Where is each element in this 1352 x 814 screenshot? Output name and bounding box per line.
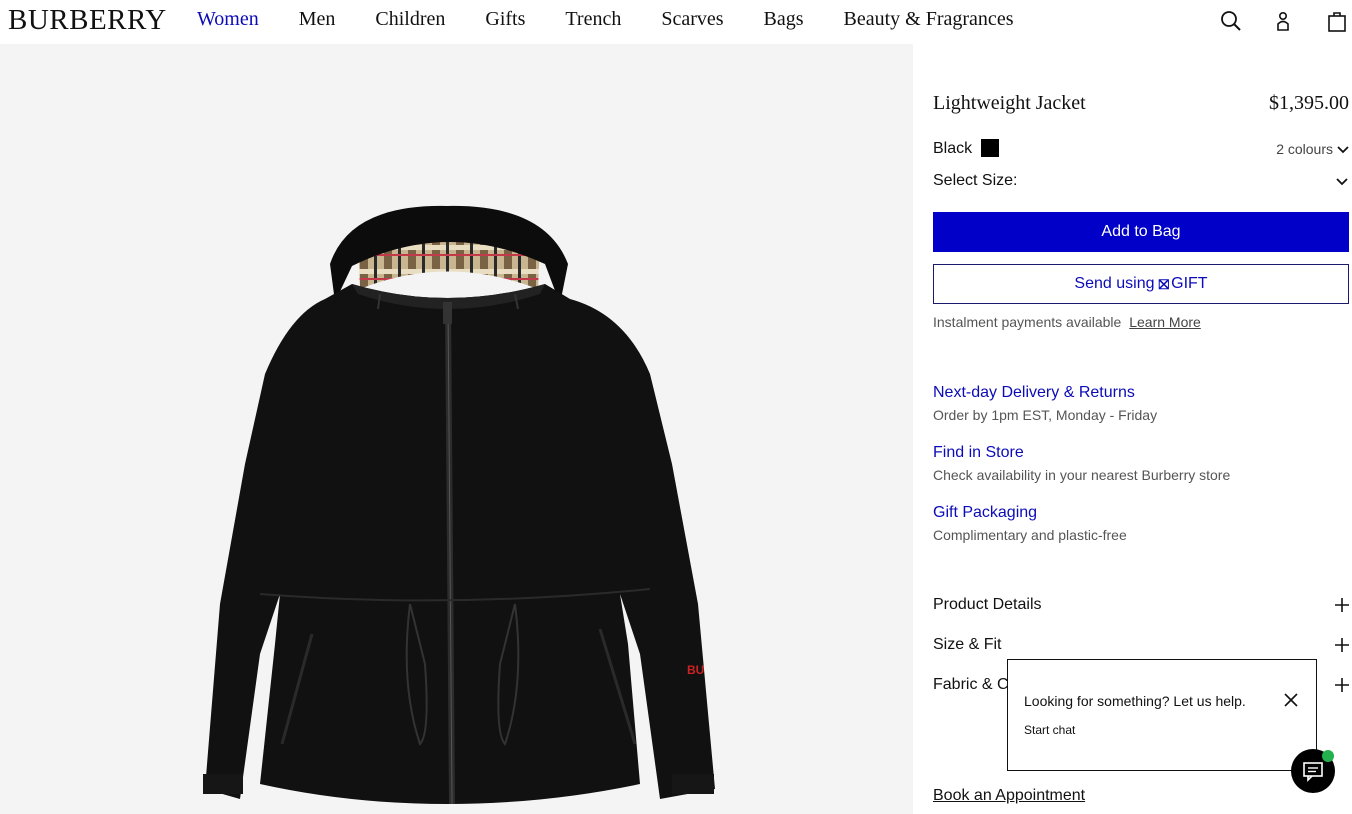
send-gift-button[interactable]: Send using ⛝ GIFT: [933, 264, 1349, 304]
delivery-link[interactable]: Next-day Delivery & Returns: [933, 384, 1349, 402]
accordion-label: Size & Fit: [933, 636, 1002, 653]
site-header: BURBERRY Women Men Children Gifts Trench…: [0, 0, 1352, 44]
find-in-store-sub: Check availability in your nearest Burbe…: [933, 467, 1231, 483]
accordion-product-details[interactable]: Product Details: [933, 596, 1349, 616]
nav-item-gifts[interactable]: Gifts: [485, 8, 525, 31]
brand-logo[interactable]: BURBERRY: [8, 4, 167, 37]
service-gift-packaging: Gift Packaging Complimentary and plastic…: [933, 504, 1349, 543]
chat-status-dot: [1322, 750, 1334, 762]
nav-item-women[interactable]: Women: [197, 8, 259, 31]
accordion-label: Product Details: [933, 596, 1042, 613]
search-icon[interactable]: [1219, 9, 1243, 33]
sleeve-logo: BU: [687, 663, 704, 677]
nav-item-children[interactable]: Children: [375, 8, 445, 31]
bag-icon[interactable]: [1325, 9, 1349, 33]
delivery-sub: Order by 1pm EST, Monday - Friday: [933, 407, 1158, 423]
nav-item-bags[interactable]: Bags: [764, 8, 804, 31]
main-nav: Women Men Children Gifts Trench Scarves …: [197, 8, 1053, 31]
nav-item-trench[interactable]: Trench: [565, 8, 621, 31]
close-icon[interactable]: [1284, 693, 1298, 712]
learn-more-link[interactable]: Learn More: [1129, 314, 1201, 330]
service-delivery: Next-day Delivery & Returns Order by 1pm…: [933, 384, 1349, 423]
size-label: Select Size:: [933, 172, 1018, 189]
gift-packaging-sub: Complimentary and plastic-free: [933, 527, 1127, 543]
plus-icon: [1335, 598, 1349, 617]
instalment-info: Instalment payments available Learn More: [933, 314, 1201, 330]
plus-icon: [1335, 678, 1349, 697]
colour-row: Black 2 colours: [933, 139, 1349, 159]
add-to-bag-button[interactable]: Add to Bag: [933, 212, 1349, 252]
nav-item-men[interactable]: Men: [299, 8, 336, 31]
chevron-down-icon: [1335, 174, 1349, 193]
chat-popup: Looking for something? Let us help. Star…: [1007, 659, 1317, 771]
start-chat-link[interactable]: Start chat: [1024, 723, 1075, 737]
book-appointment-link[interactable]: Book an Appointment: [933, 787, 1085, 805]
gift-packaging-link[interactable]: Gift Packaging: [933, 504, 1349, 522]
account-icon[interactable]: [1271, 9, 1295, 33]
send-gift-suffix: GIFT: [1171, 275, 1208, 292]
send-gift-label: Send using: [1074, 275, 1155, 292]
service-find-store: Find in Store Check availability in your…: [933, 444, 1349, 483]
colour-swatch[interactable]: [981, 139, 999, 157]
size-selector[interactable]: Select Size:: [933, 171, 1349, 193]
chevron-down-icon: [1337, 146, 1349, 154]
product-price: $1,395.00: [1269, 92, 1349, 114]
instalment-text: Instalment payments available: [933, 314, 1122, 330]
jacket-image: BU: [203, 205, 715, 805]
colour-name: Black: [933, 140, 973, 157]
nav-item-beauty-fragrances[interactable]: Beauty & Fragrances: [844, 8, 1014, 31]
chat-question: Looking for something? Let us help.: [1024, 693, 1246, 709]
accordion-size-fit[interactable]: Size & Fit: [933, 636, 1349, 656]
gift-icon: ⛝: [1158, 275, 1170, 292]
colours-count: 2 colours: [1276, 141, 1333, 157]
find-in-store-link[interactable]: Find in Store: [933, 444, 1349, 462]
nav-item-scarves[interactable]: Scarves: [661, 8, 723, 31]
plus-icon: [1335, 638, 1349, 657]
colours-selector[interactable]: 2 colours: [1276, 141, 1349, 157]
product-title: Lightweight Jacket: [933, 92, 1086, 114]
product-image[interactable]: BU: [0, 44, 913, 814]
